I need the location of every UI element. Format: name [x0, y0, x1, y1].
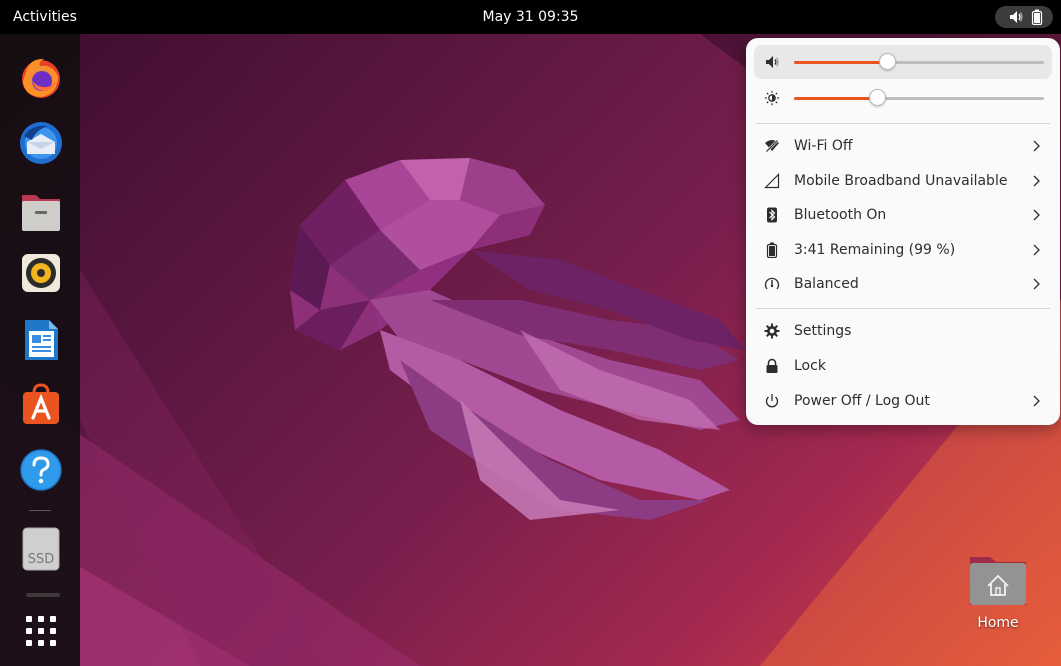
volume-slider-row[interactable] — [754, 45, 1052, 79]
menu-separator — [756, 123, 1050, 124]
lock-icon — [766, 358, 778, 373]
volume-slider-handle[interactable] — [878, 53, 896, 70]
chevron-right-icon — [1033, 395, 1040, 407]
menu-item-label: Bluetooth On — [794, 207, 887, 223]
menu-item-label: Balanced — [794, 276, 859, 292]
power-icon — [765, 394, 779, 408]
brightness-slider-row[interactable] — [754, 81, 1052, 115]
thunderbird-icon — [20, 122, 62, 164]
menu-item-label: 3:41 Remaining (99 %) — [794, 242, 956, 258]
dock: SSD — [0, 34, 80, 666]
dock-item-files[interactable] — [18, 189, 64, 235]
dock-item-help[interactable] — [18, 447, 64, 493]
speaker-icon — [1010, 11, 1023, 23]
menu-separator — [756, 308, 1050, 309]
menu-item-power-profile[interactable]: Balanced — [754, 267, 1052, 301]
menu-item-power-off[interactable]: Power Off / Log Out — [754, 384, 1052, 418]
power-profile-icon — [764, 277, 780, 290]
files-icon — [22, 195, 60, 231]
menu-item-lock[interactable]: Lock — [754, 349, 1052, 383]
help-icon — [20, 449, 62, 491]
chevron-right-icon — [1033, 140, 1040, 152]
battery-icon — [1031, 9, 1043, 25]
dock-item-libreoffice-writer[interactable] — [18, 317, 64, 363]
dock-divider — [26, 593, 60, 597]
dock-item-app-center[interactable] — [18, 381, 64, 427]
menu-item-label: Settings — [794, 323, 852, 339]
dock-item-show-apps[interactable] — [18, 608, 64, 654]
drive-label: SSD — [27, 552, 55, 567]
dock-item-rhythmbox[interactable] — [18, 250, 64, 296]
menu-item-battery[interactable]: 3:41 Remaining (99 %) — [754, 233, 1052, 267]
menu-item-label: Wi-Fi Off — [794, 138, 853, 154]
volume-slider-track[interactable] — [794, 53, 1044, 70]
menu-item-bluetooth[interactable]: Bluetooth On — [754, 198, 1052, 232]
volume-slider-fill — [794, 61, 887, 64]
app-center-icon — [23, 383, 59, 424]
menu-item-wifi[interactable]: Wi-Fi Off — [754, 129, 1052, 163]
desktop-home-folder[interactable]: Home — [966, 553, 1030, 639]
top-bar: Activities May 31 09:35 — [0, 0, 1061, 34]
menu-item-label: Power Off / Log Out — [794, 393, 930, 409]
brightness-slider-fill — [794, 97, 877, 100]
dock-item-thunderbird[interactable] — [18, 120, 64, 166]
menu-item-label: Mobile Broadband Unavailable — [794, 173, 1008, 189]
battery-icon — [766, 242, 778, 258]
chevron-right-icon — [1033, 175, 1040, 187]
firefox-icon — [22, 58, 60, 98]
home-folder-icon — [970, 557, 1026, 605]
desktop-home-label: Home — [977, 615, 1019, 631]
wifi-off-icon — [765, 139, 779, 153]
brightness-slider-handle[interactable] — [868, 89, 886, 106]
dock-item-firefox[interactable] — [18, 54, 64, 100]
brightness-icon — [764, 90, 780, 106]
mobile-broadband-icon — [764, 173, 780, 189]
gear-icon — [764, 323, 780, 339]
system-status-area[interactable] — [995, 6, 1053, 28]
menu-item-settings[interactable]: Settings — [754, 314, 1052, 348]
chevron-right-icon — [1033, 278, 1040, 290]
speaker-icon — [766, 56, 779, 68]
menu-item-mobile-broadband[interactable]: Mobile Broadband Unavailable — [754, 164, 1052, 198]
bluetooth-icon — [767, 207, 777, 223]
app-grid-icon — [26, 616, 56, 646]
writer-icon — [25, 320, 58, 360]
clock[interactable]: May 31 09:35 — [482, 9, 578, 25]
chevron-right-icon — [1033, 209, 1040, 221]
activities-button[interactable]: Activities — [9, 0, 81, 34]
brightness-slider-track[interactable] — [794, 89, 1044, 106]
system-menu: Wi-Fi Off Mobile Broadband Unavailable B… — [746, 38, 1060, 425]
rhythmbox-icon — [22, 254, 60, 292]
chevron-right-icon — [1033, 244, 1040, 256]
menu-item-label: Lock — [794, 358, 826, 374]
dock-separator — [29, 510, 51, 511]
dock-item-ssd[interactable]: SSD — [18, 526, 64, 572]
